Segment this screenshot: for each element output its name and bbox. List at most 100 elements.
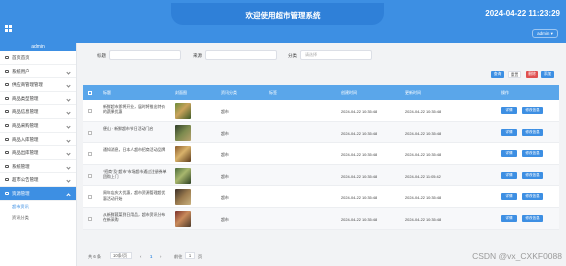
sidebar-item-label: 系统用户 — [12, 68, 30, 74]
sidebar-item-resources[interactable]: 资源管理 — [0, 186, 76, 201]
page-size-select[interactable]: 10条/页 — [110, 252, 132, 259]
detail-button[interactable]: 详情 — [501, 128, 517, 136]
select-all-checkbox[interactable] — [88, 91, 92, 95]
current-datetime: 2024-04-22 11:23:29 — [485, 9, 560, 18]
sidebar-item-stock-in[interactable]: 商品入库管理 — [0, 133, 76, 147]
row-category: 超市 — [221, 109, 229, 114]
edit-button[interactable]: 修改信息 — [522, 128, 543, 136]
row-checkbox[interactable] — [88, 152, 92, 157]
category-select[interactable]: 请选择 — [300, 50, 372, 60]
detail-button[interactable]: 详情 — [501, 193, 517, 201]
query-button[interactable]: 查询 — [491, 71, 504, 78]
reset-button[interactable]: 重置 — [508, 71, 521, 78]
detail-button[interactable]: 详情 — [501, 107, 517, 114]
outbox-icon — [5, 151, 9, 155]
sidebar-item-suppliers[interactable]: 供应商管理管理 — [0, 78, 76, 92]
edit-button[interactable]: 修改信息 — [522, 193, 543, 201]
column-header: 更新时间 — [405, 90, 421, 95]
sidebar-item-label: 超市公告管理 — [12, 177, 39, 183]
next-page-button[interactable]: › — [160, 254, 161, 259]
table-body: 新鲜超市即将开业，届时将推出特价的蔬果优惠 超市 2024-04-22 10:3… — [83, 100, 559, 230]
sidebar-item-users[interactable]: 系统用户 — [0, 65, 76, 79]
detail-button[interactable]: 详情 — [501, 150, 517, 158]
total-count: 共 6 条 — [88, 254, 102, 259]
sidebar-item-label: 资源管理 — [12, 190, 30, 196]
goto-page-input[interactable]: 1 — [185, 252, 195, 259]
edit-button[interactable]: 修改信息 — [522, 171, 543, 179]
row-checkbox[interactable] — [88, 173, 92, 178]
sidebar-subitem-news[interactable]: 超市资讯 — [0, 201, 76, 212]
goto-label: 前往 — [174, 254, 183, 259]
row-updated: 2024-04-22 10:35:48 — [405, 216, 442, 222]
sidebar-item-label: 商品出库管理 — [12, 150, 39, 156]
row-checkbox[interactable] — [88, 195, 92, 200]
sidebar-item-notices[interactable]: 超市公告管理 — [0, 173, 76, 187]
sidebar-item-product-types[interactable]: 商品类型管理 — [0, 92, 76, 106]
settings-icon — [5, 164, 9, 168]
row-category: 超市 — [221, 173, 229, 179]
sidebar-item-label: 商品类型管理 — [12, 95, 39, 101]
news-table: 标题 封面图 资讯分类 标签 创建时间 更新时间 操作 新鲜超市即将开业，届时将… — [83, 85, 559, 230]
edit-button[interactable]: 修改信息 — [522, 107, 543, 114]
row-title: 便山 · 新鲜超市节日活动门启 — [103, 125, 154, 131]
sidebar-subitem-news-category[interactable]: 资讯分类 — [0, 212, 76, 223]
goto-suffix: 页 — [198, 254, 203, 259]
chevron-down-icon — [66, 83, 71, 88]
app-title: 欢迎使用超市管理系统 — [245, 11, 321, 20]
row-checkbox[interactable] — [88, 130, 92, 135]
cover-image — [175, 167, 191, 184]
prev-page-button[interactable]: ‹ — [140, 254, 141, 259]
sidebar-item-label: 商品信息管理 — [12, 109, 39, 115]
row-category: 超市 — [221, 216, 229, 222]
home-icon — [5, 56, 9, 59]
column-header: 资讯分类 — [221, 90, 237, 95]
row-created: 2024-04-22 10:35:48 — [341, 130, 378, 136]
sidebar-item-purchasing[interactable]: 商品采购管理 — [0, 119, 76, 133]
detail-button[interactable]: 详情 — [501, 214, 517, 222]
chevron-down-icon — [66, 137, 71, 143]
cart-icon — [5, 123, 9, 127]
title-search-label: 标题 — [97, 53, 106, 58]
table-row: “招商”及“超市”市场超市通过注册券单团购上门 超市 2024-04-22 10… — [83, 164, 559, 187]
title-search-input[interactable] — [109, 50, 181, 60]
column-header: 封面图 — [175, 90, 187, 95]
table-row: 通知消息，日本人超市招商活动品牌 超市 2024-04-22 10:35:48 … — [83, 143, 559, 165]
source-search-input[interactable] — [205, 50, 277, 60]
row-created: 2024-04-22 10:35:48 — [341, 195, 378, 201]
chevron-up-icon — [66, 193, 71, 198]
sidebar-user: admin — [0, 43, 76, 51]
detail-button[interactable]: 详情 — [501, 171, 517, 179]
current-page[interactable]: 1 — [150, 254, 152, 259]
user-icon — [5, 69, 9, 73]
cover-image — [175, 146, 191, 163]
delete-button[interactable]: 删除 — [526, 71, 538, 78]
row-title: 周年店庆大优惠，超市资源管理超优惠活动开始 — [103, 190, 166, 201]
bell-icon — [5, 178, 9, 182]
chevron-down-icon — [66, 151, 71, 156]
cover-image — [175, 124, 191, 141]
sidebar-item-products[interactable]: 商品信息管理 — [0, 105, 76, 119]
edit-button[interactable]: 修改信息 — [522, 150, 543, 158]
add-button[interactable]: 添加 — [541, 71, 554, 78]
column-header: 标签 — [269, 90, 277, 95]
sidebar-item-home[interactable]: 首页首页 — [0, 51, 76, 65]
grid-menu-icon[interactable] — [5, 25, 12, 32]
chevron-down-icon — [66, 178, 71, 183]
row-checkbox[interactable] — [88, 109, 92, 113]
sidebar-item-label: 商品采购管理 — [12, 122, 39, 128]
column-header: 标题 — [103, 90, 111, 95]
top-bar: 欢迎使用超市管理系统 2024-04-22 11:23:29 admin ▾ — [0, 0, 566, 43]
user-menu-button[interactable]: admin ▾ — [532, 29, 558, 38]
row-updated: 2024-04-22 10:35:48 — [405, 130, 442, 136]
cover-image — [175, 103, 191, 119]
row-checkbox[interactable] — [88, 216, 92, 221]
row-title: 新鲜超市即将开业，届时将推出特价的蔬果优惠 — [103, 104, 166, 115]
edit-button[interactable]: 修改信息 — [522, 214, 543, 222]
row-created: 2024-04-22 10:35:48 — [341, 152, 378, 158]
sidebar-item-label: 系统管理 — [12, 163, 30, 169]
row-updated: 2024-04-22 11:05:42 — [405, 173, 441, 179]
column-header: 创建时间 — [341, 90, 357, 95]
sidebar-item-stock-out[interactable]: 商品出库管理 — [0, 146, 76, 160]
inbox-icon — [5, 137, 9, 141]
sidebar-item-system[interactable]: 系统管理 — [0, 160, 76, 174]
